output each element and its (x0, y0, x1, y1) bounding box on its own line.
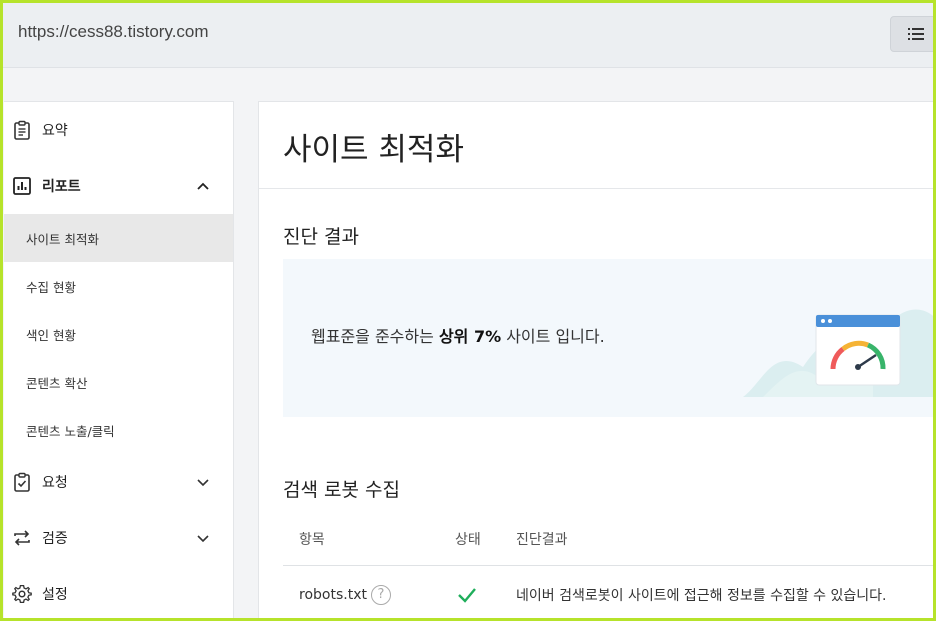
help-icon[interactable]: ? (370, 585, 391, 605)
swap-icon (14, 530, 30, 546)
menu-button[interactable] (890, 16, 936, 52)
sidebar-subitem-label: 콘텐츠 노출/클릭 (26, 423, 115, 439)
row-result: 네이버 검색로봇이 사이트에 접근해 정보를 수집할 수 있습니다. (516, 588, 887, 604)
url-text[interactable]: https://cess88.tistory.com (18, 22, 209, 42)
diagnosis-text-after: 사이트 입니다. (501, 327, 605, 346)
sidebar-subitem-content-spread[interactable]: 콘텐츠 확산 (4, 358, 233, 406)
gear-icon (12, 584, 32, 604)
diagnosis-rank: 상위 7% (438, 327, 502, 346)
column-header-item: 항목 (299, 532, 325, 548)
chevron-down-icon[interactable] (196, 531, 210, 545)
row-item: robots.txt? (299, 585, 391, 605)
sidebar-item-label: 설정 (42, 587, 68, 603)
clipboard-check-icon (14, 472, 30, 492)
diagnosis-result-box: 웹표준을 준수하는 상위 7% 사이트 입니다. (283, 259, 936, 417)
column-header-result: 진단결과 (516, 532, 568, 548)
sidebar-item-verify[interactable]: 검증 (4, 515, 233, 561)
sidebar-item-label: 요약 (42, 123, 68, 139)
diagnosis-heading: 진단 결과 (283, 226, 359, 248)
robot-heading: 검색 로봇 수집 (283, 479, 400, 501)
main-panel: 사이트 최적화 진단 결과 웹표준을 준수하는 상위 7% 사이트 입니다. 검… (258, 101, 936, 621)
sidebar-subitem-content-exposure[interactable]: 콘텐츠 노출/클릭 (4, 406, 233, 454)
sidebar-subitem-crawl-status[interactable]: 수집 현황 (4, 262, 233, 310)
sidebar: 요약 리포트 사이트 최적화 수집 현황 색인 현황 콘텐츠 확산 콘텐츠 노출… (4, 101, 234, 621)
column-header-status: 상태 (455, 532, 481, 548)
table-row: robots.txt? 네이버 검색로봇이 사이트에 접근해 정보를 수집할 수… (283, 567, 936, 621)
sidebar-item-label: 검증 (42, 531, 68, 547)
bar-chart-icon (13, 177, 31, 195)
sidebar-subitem-index-status[interactable]: 색인 현황 (4, 310, 233, 358)
clipboard-icon (14, 120, 30, 140)
speedometer-illustration-icon (743, 309, 936, 397)
sidebar-item-label: 리포트 (42, 179, 81, 195)
list-icon (908, 28, 924, 40)
checkmark-icon (458, 588, 476, 603)
sidebar-item-settings[interactable]: 설정 (4, 571, 233, 617)
browser-bar: https://cess88.tistory.com (0, 0, 936, 68)
sidebar-subitem-site-optimization[interactable]: 사이트 최적화 (4, 214, 233, 262)
sidebar-subitem-label: 콘텐츠 확산 (26, 375, 88, 391)
sidebar-item-label: 요청 (42, 475, 68, 491)
chevron-up-icon[interactable] (196, 179, 210, 193)
sidebar-item-report[interactable]: 리포트 (4, 163, 233, 209)
row-item-label: robots.txt (299, 587, 367, 603)
page-title: 사이트 최적화 (283, 132, 464, 168)
sidebar-subitem-label: 색인 현황 (26, 327, 76, 343)
robot-table-header: 항목 상태 진단결과 (283, 514, 936, 566)
diagnosis-text: 웹표준을 준수하는 상위 7% 사이트 입니다. (311, 323, 605, 347)
sidebar-subitem-label: 수집 현황 (26, 279, 76, 295)
divider (259, 188, 936, 189)
sidebar-item-request[interactable]: 요청 (4, 459, 233, 505)
sidebar-subitem-label: 사이트 최적화 (26, 231, 99, 247)
diagnosis-text-before: 웹표준을 준수하는 (311, 327, 439, 346)
chevron-down-icon[interactable] (196, 475, 210, 489)
sidebar-item-summary[interactable]: 요약 (4, 107, 233, 153)
